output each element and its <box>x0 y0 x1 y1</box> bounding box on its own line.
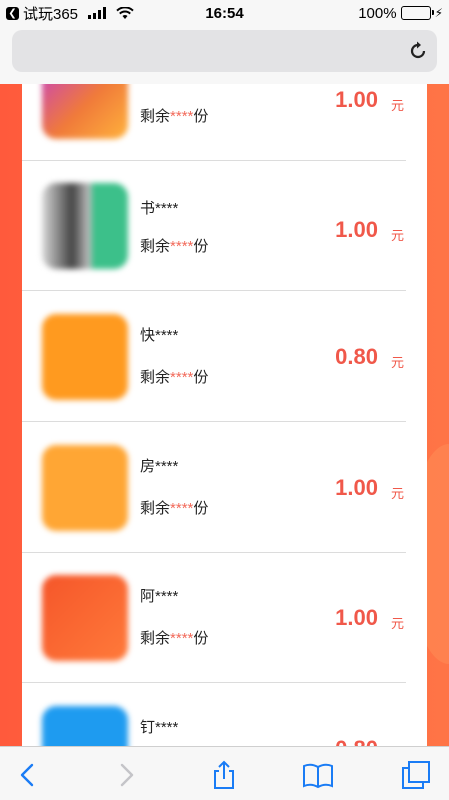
price-unit: 元 <box>390 486 404 501</box>
status-right: 100% ⚡ <box>358 5 443 22</box>
app-icon-feather <box>42 575 128 661</box>
bookmarks-icon[interactable] <box>302 759 334 791</box>
app-icon-go <box>42 314 128 400</box>
battery-icon <box>400 6 434 20</box>
tabs-icon[interactable] <box>400 759 432 791</box>
task-name: 房**** <box>140 458 179 475</box>
task-remaining: 剩余****份 <box>140 108 209 125</box>
web-content: 剩余****份 1.00 元 书**** 剩余****份 1.00 元 快***… <box>0 84 449 746</box>
task-remaining: 剩余****份 <box>140 369 209 386</box>
price-unit: 元 <box>390 228 404 243</box>
task-price: 0.80 <box>335 736 378 746</box>
browser-toolbar <box>0 746 449 800</box>
charging-bolt-icon: ⚡ <box>434 6 443 20</box>
task-price: 0.80 <box>335 344 378 369</box>
task-remaining: 剩余****份 <box>140 630 209 647</box>
url-field[interactable] <box>12 30 437 72</box>
app-icon-book <box>42 183 128 269</box>
status-bar: ❮ 试玩365 16:54 100% ⚡ <box>0 0 449 26</box>
price-unit: 元 <box>390 616 404 631</box>
back-arrow-icon[interactable] <box>12 759 44 791</box>
task-item[interactable]: 房**** 剩余****份 1.00 元 <box>22 423 406 553</box>
browser-address-area <box>0 26 449 84</box>
app-icon-house <box>42 445 128 531</box>
app-icon-ding <box>42 706 128 746</box>
forward-arrow-icon[interactable] <box>110 759 142 791</box>
task-name: 阿**** <box>140 588 179 605</box>
task-price: 1.00 <box>335 217 378 242</box>
battery-percent: 100% <box>358 4 397 22</box>
task-price: 1.00 <box>335 605 378 630</box>
task-name: 书**** <box>140 200 179 217</box>
price-unit: 元 <box>390 98 404 113</box>
task-item[interactable]: 剩余****份 1.00 元 <box>22 84 406 161</box>
task-item[interactable]: 钉**** 剩余****份 0.80 元 <box>22 684 406 746</box>
task-name: 钉**** <box>140 719 179 736</box>
task-item[interactable]: 书**** 剩余****份 1.00 元 <box>22 161 406 291</box>
share-icon[interactable] <box>208 759 240 791</box>
task-price: 1.00 <box>335 87 378 112</box>
task-price: 1.00 <box>335 475 378 500</box>
price-unit: 元 <box>390 355 404 370</box>
task-item[interactable]: 快**** 剩余****份 0.80 元 <box>22 292 406 422</box>
reload-icon[interactable] <box>407 40 429 62</box>
task-remaining: 剩余****份 <box>140 500 209 517</box>
task-name: 快**** <box>140 327 179 344</box>
task-remaining: 剩余****份 <box>140 238 209 255</box>
app-icon-cartoon <box>42 84 128 139</box>
task-item[interactable]: 阿**** 剩余****份 1.00 元 <box>22 553 406 683</box>
